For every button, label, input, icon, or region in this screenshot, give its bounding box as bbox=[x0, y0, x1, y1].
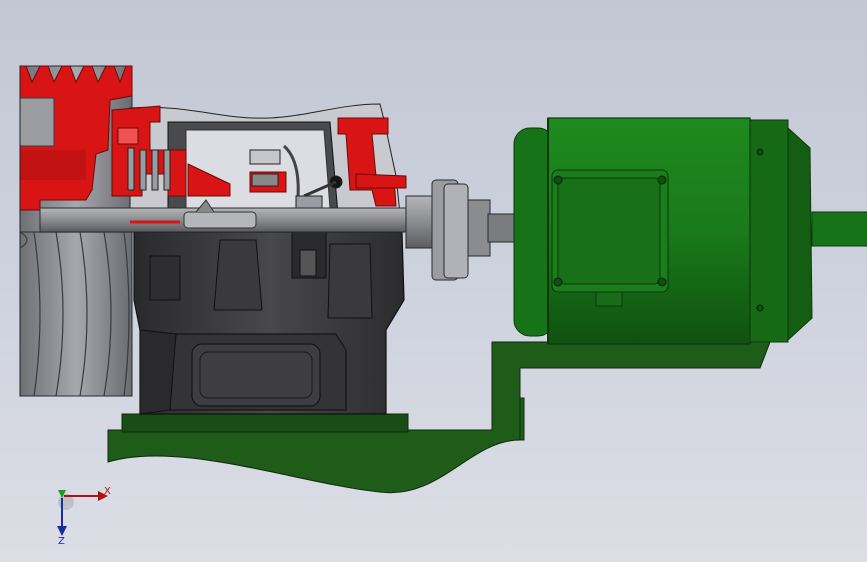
shaft-coupling[interactable] bbox=[405, 179, 515, 281]
gearbox-housing[interactable] bbox=[133, 231, 405, 415]
z-axis-arrow bbox=[57, 526, 67, 536]
assembly-model[interactable] bbox=[0, 0, 867, 562]
electric-motor[interactable] bbox=[513, 117, 867, 345]
x-axis-label: X bbox=[104, 486, 111, 497]
terminal-box[interactable] bbox=[551, 169, 669, 293]
axis-triad: X Z bbox=[57, 486, 111, 547]
cad-viewport[interactable]: X Z bbox=[0, 0, 867, 562]
z-axis-label: Z bbox=[58, 536, 65, 547]
